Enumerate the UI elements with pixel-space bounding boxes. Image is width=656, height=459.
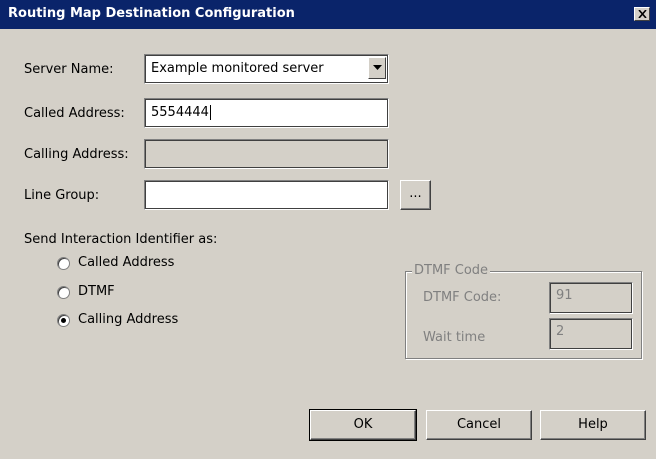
radio-dtmf[interactable] — [57, 286, 70, 299]
chevron-down-icon — [373, 65, 382, 70]
radio-dtmf-label[interactable]: DTMF — [78, 284, 115, 300]
wait-time-label: Wait time — [423, 330, 486, 345]
line-group-input[interactable] — [144, 180, 389, 210]
calling-address-label: Calling Address: — [24, 147, 129, 162]
window-title: Routing Map Destination Configuration — [8, 6, 295, 21]
calling-address-input[interactable] — [144, 139, 389, 169]
routing-map-destination-dialog: Routing Map Destination Configuration Se… — [0, 0, 656, 459]
server-name-select[interactable]: Example monitored server — [144, 54, 389, 84]
server-name-label: Server Name: — [24, 62, 114, 77]
cancel-button[interactable]: Cancel — [426, 410, 532, 440]
ok-button[interactable]: OK — [309, 409, 417, 441]
title-bar[interactable]: Routing Map Destination Configuration — [0, 0, 656, 29]
dtmf-code-label: DTMF Code: — [423, 290, 502, 305]
server-name-dropdown-button[interactable] — [368, 57, 386, 79]
dtmf-code-group-legend: DTMF Code — [412, 263, 491, 279]
radio-calling-address-label[interactable]: Calling Address — [78, 312, 178, 328]
help-button[interactable]: Help — [540, 410, 646, 440]
called-address-value: 5554444 — [151, 105, 209, 120]
send-identifier-label: Send Interaction Identifier as: — [24, 232, 218, 247]
text-caret — [209, 105, 211, 120]
radio-selected-dot — [61, 318, 66, 323]
wait-time-value: 2 — [556, 324, 565, 339]
called-address-label: Called Address: — [24, 106, 125, 121]
radio-called-address[interactable] — [57, 257, 70, 270]
wait-time-input[interactable]: 2 — [549, 318, 633, 350]
line-group-label: Line Group: — [24, 188, 100, 203]
server-name-value: Example monitored server — [151, 61, 324, 76]
close-button[interactable] — [634, 7, 650, 21]
radio-calling-address[interactable] — [57, 314, 70, 327]
radio-called-address-label[interactable]: Called Address — [78, 255, 174, 271]
line-group-browse-button[interactable]: ... — [400, 180, 431, 210]
close-icon — [638, 10, 647, 18]
dtmf-code-input[interactable]: 91 — [549, 282, 633, 314]
dtmf-code-value: 91 — [556, 288, 573, 303]
called-address-input[interactable]: 5554444 — [144, 98, 389, 128]
